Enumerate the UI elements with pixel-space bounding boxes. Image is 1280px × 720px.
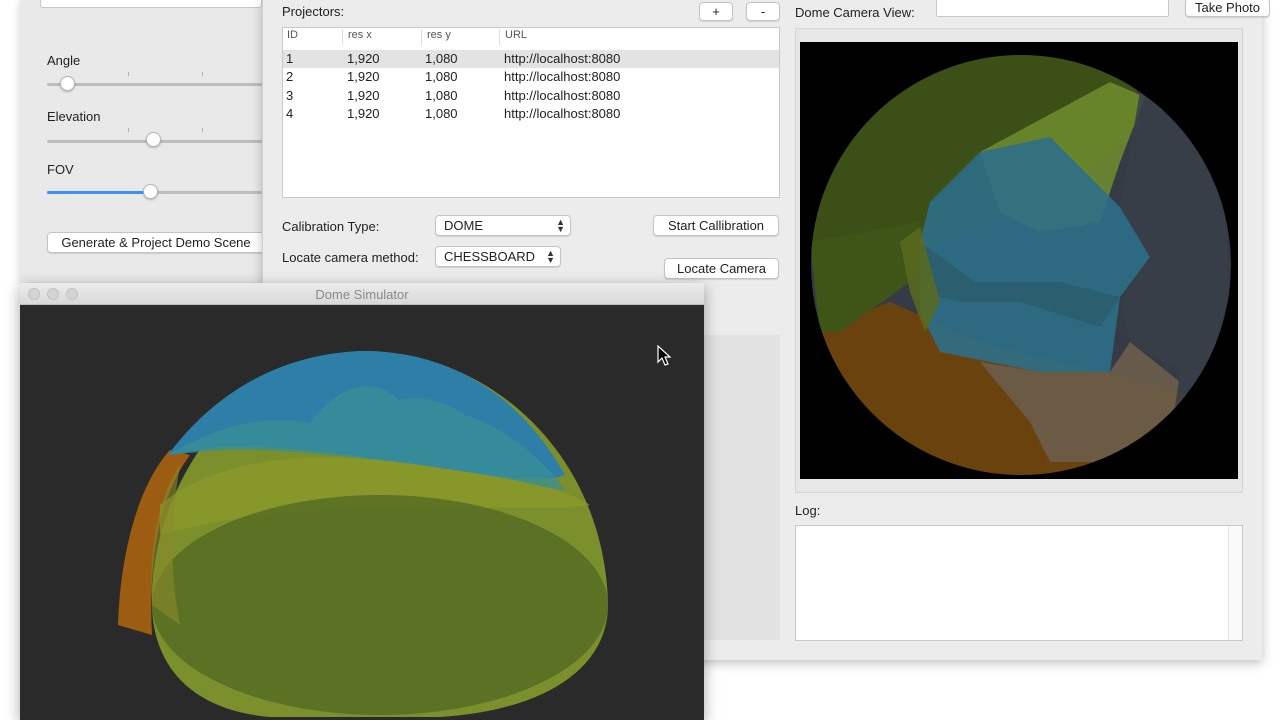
simulator-title: Dome Simulator	[315, 287, 409, 302]
angle-label: Angle	[47, 53, 81, 68]
updown-chevron-icon: ▲ ▼	[546, 248, 555, 265]
fov-label: FOV	[47, 162, 74, 177]
fisheye-projection-image	[811, 55, 1231, 475]
locate-camera-method-label: Locate camera method:	[282, 250, 419, 265]
column-header-id[interactable]: ID	[287, 29, 298, 41]
cell-id: 4	[286, 106, 294, 121]
cell-url: http://localhost:8080	[504, 106, 621, 121]
log-scrollbar[interactable]	[1228, 526, 1242, 640]
cell-res-x: 1,920	[347, 69, 380, 84]
mouse-pointer-icon	[657, 345, 672, 366]
fov-slider-fill	[47, 191, 150, 194]
table-row[interactable]: 4 1,920 1,080 http://localhost:8080	[283, 105, 779, 123]
column-separator	[499, 29, 500, 45]
cell-res-x: 1,920	[347, 88, 380, 103]
take-photo-button[interactable]: Take Photo	[1185, 0, 1270, 17]
column-header-res-x[interactable]: res x	[348, 29, 372, 41]
column-header-res-y[interactable]: res y	[427, 29, 451, 41]
log-textarea[interactable]	[795, 525, 1243, 641]
cell-res-x: 1,920	[347, 106, 380, 121]
table-row[interactable]: 3 1,920 1,080 http://localhost:8080	[283, 87, 779, 105]
start-calibration-button[interactable]: Start Callibration	[653, 215, 779, 236]
remove-projector-button[interactable]: -	[746, 2, 780, 21]
fov-slider-thumb[interactable]	[143, 184, 158, 199]
elevation-slider-thumb[interactable]	[146, 132, 161, 147]
dome-render	[118, 351, 608, 717]
cell-url: http://localhost:8080	[504, 51, 621, 66]
angle-tick	[128, 72, 129, 76]
dome-camera-image	[800, 42, 1238, 479]
angle-tick	[202, 72, 203, 76]
column-separator	[342, 29, 343, 45]
locate-camera-button[interactable]: Locate Camera	[664, 258, 779, 279]
cell-url: http://localhost:8080	[504, 69, 621, 84]
angle-slider-thumb[interactable]	[60, 76, 75, 91]
calibration-type-label: Calibration Type:	[282, 219, 380, 234]
add-projector-button[interactable]: +	[699, 2, 733, 21]
elevation-tick	[202, 128, 203, 132]
scene-top-field[interactable]	[40, 0, 262, 8]
cell-res-y: 1,080	[425, 106, 458, 121]
cell-id: 1	[286, 51, 294, 66]
updown-chevron-icon: ▲ ▼	[556, 217, 565, 234]
generate-demo-scene-button[interactable]: Generate & Project Demo Scene	[47, 232, 265, 253]
cell-res-y: 1,080	[425, 69, 458, 84]
column-header-url[interactable]: URL	[505, 29, 527, 41]
elevation-label: Elevation	[47, 109, 101, 124]
calibration-type-value: DOME	[444, 218, 483, 233]
table-row[interactable]: 2 1,920 1,080 http://localhost:8080	[283, 68, 779, 86]
elevation-tick	[128, 128, 129, 132]
angle-slider-track[interactable]	[47, 83, 262, 86]
table-row[interactable]: 1 1,920 1,080 http://localhost:8080	[283, 50, 779, 68]
projectors-label: Projectors:	[282, 4, 345, 19]
calibration-preview-pane	[704, 335, 780, 640]
log-label: Log:	[795, 503, 821, 518]
column-separator	[421, 29, 422, 45]
dome-camera-view-label: Dome Camera View:	[795, 5, 915, 20]
cell-res-y: 1,080	[425, 51, 458, 66]
cell-res-y: 1,080	[425, 88, 458, 103]
locate-camera-method-value: CHESSBOARD	[444, 249, 536, 264]
locate-camera-method-select[interactable]: CHESSBOARD ▲ ▼	[435, 246, 561, 267]
cell-url: http://localhost:8080	[504, 88, 621, 103]
cell-res-x: 1,920	[347, 51, 380, 66]
cell-id: 3	[286, 88, 294, 103]
dome-render-canvas[interactable]	[20, 305, 704, 720]
calibration-type-select[interactable]: DOME ▲ ▼	[435, 215, 571, 236]
cell-id: 2	[286, 69, 294, 84]
camera-field[interactable]	[936, 0, 1169, 17]
